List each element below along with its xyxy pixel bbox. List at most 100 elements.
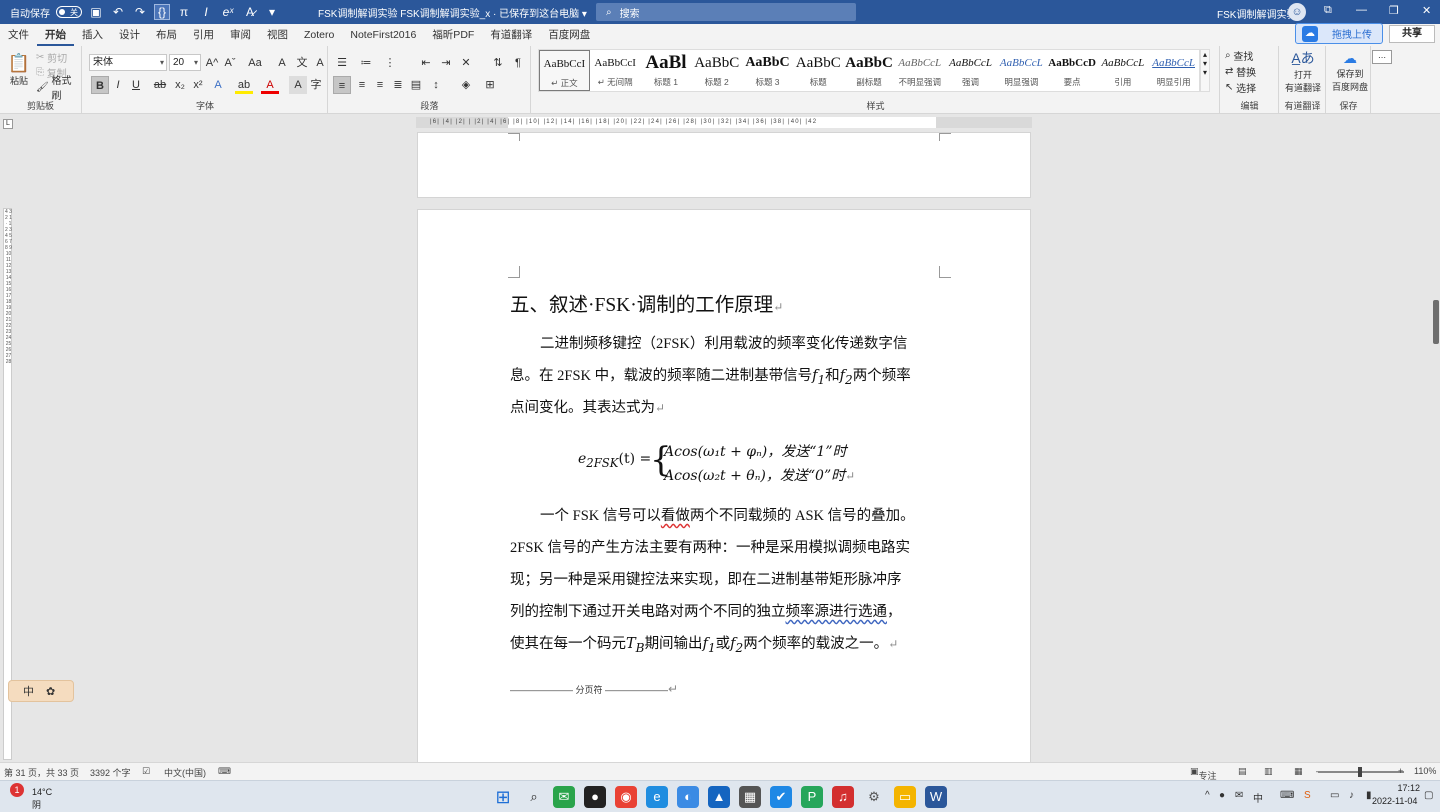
grow-font-button[interactable]: A^ xyxy=(203,54,221,72)
tab-baidu-netdisk[interactable]: 百度网盘 xyxy=(540,24,598,46)
tab-zotero[interactable]: Zotero xyxy=(296,24,342,46)
word-count[interactable]: 3392 个字 xyxy=(90,766,131,779)
clock-time[interactable]: 17:12 xyxy=(1380,783,1420,793)
tab-home[interactable]: 开始 xyxy=(37,24,74,46)
justify-button[interactable]: ≣ xyxy=(389,76,407,94)
save-icon[interactable]: ▣ xyxy=(88,4,104,20)
pdf-icon[interactable]: P xyxy=(801,786,823,808)
document-title[interactable]: FSK调制解调实验 FSK调制解调实验_x · 已保存到这台电脑 ▾ xyxy=(318,5,587,20)
chrome-icon[interactable]: ◉ xyxy=(615,786,637,808)
tray-wechat-icon[interactable]: ✉ xyxy=(1235,790,1243,801)
font-color-button[interactable]: A xyxy=(261,76,279,94)
style-subtitle[interactable]: AaBbC 副标题 xyxy=(844,50,895,91)
drag-upload-button[interactable]: ☁ 拖拽上传 xyxy=(1295,23,1383,44)
multilevel-list-button[interactable]: ⋮ xyxy=(381,54,399,72)
tab-file[interactable]: 文件 xyxy=(0,24,37,46)
text-effects-button[interactable]: A xyxy=(209,76,227,94)
tray-ime[interactable]: 中 xyxy=(1253,790,1263,805)
edge-dev-icon[interactable]: ◐ xyxy=(677,786,699,808)
accessibility-icon[interactable]: ⌨ xyxy=(218,766,231,777)
text-style-icon[interactable]: A̷ xyxy=(242,4,258,20)
page-count[interactable]: 第 31 页，共 33 页 xyxy=(4,766,79,779)
edge-icon[interactable]: e xyxy=(646,786,668,808)
netease-music-icon[interactable]: ♫ xyxy=(832,786,854,808)
style-emphasis[interactable]: AaBbCcL 强调 xyxy=(945,50,996,91)
char-border-button[interactable]: A xyxy=(311,54,329,72)
undo-icon[interactable]: ↶ xyxy=(110,4,126,20)
print-layout-icon[interactable]: ▥ xyxy=(1264,766,1273,777)
tab-layout[interactable]: 布局 xyxy=(148,24,185,46)
superscript-button[interactable]: x² xyxy=(189,76,207,94)
tab-foxit-pdf[interactable]: 福昕PDF xyxy=(424,24,482,46)
clock-date[interactable]: 2022-11-04 xyxy=(1372,796,1417,806)
tab-notefirst[interactable]: NoteFirst2016 xyxy=(342,24,424,46)
chinese-layout-button[interactable]: ✕ xyxy=(457,54,475,72)
replace-button[interactable]: ⇄ 替换 xyxy=(1225,64,1256,79)
line-spacing-button[interactable]: ↕ xyxy=(427,76,445,94)
tray-keyboard-icon[interactable]: ⌨ xyxy=(1280,790,1294,801)
format-painter-button[interactable]: 🖌 格式刷 xyxy=(36,76,81,102)
ime-toolbar[interactable]: 中 ✿ xyxy=(8,680,74,702)
enclose-char-button[interactable]: 字 xyxy=(307,76,325,94)
proofing-icon[interactable]: ☑ xyxy=(142,766,150,777)
mail-icon[interactable]: ✔ xyxy=(770,786,792,808)
decrease-indent-button[interactable]: ⇤ xyxy=(417,54,435,72)
find-button[interactable]: ⌕ 查找 xyxy=(1225,48,1253,63)
show-marks-button[interactable]: ¶ xyxy=(509,54,527,72)
style-heading-1[interactable]: AaBl 标题 1 xyxy=(641,50,692,91)
phonetic-guide-button[interactable]: 文 xyxy=(293,54,311,72)
zoom-level[interactable]: 110% xyxy=(1414,766,1436,776)
paragraph-2[interactable]: 一个 FSK 信号可以看做两个不同载频的 ASK 信号的叠加。 2FSK 信号的… xyxy=(510,500,940,660)
avatar[interactable]: ☺ xyxy=(1288,3,1306,21)
style-subtle-emphasis[interactable]: AaBbCcL 不明显强调 xyxy=(894,50,945,91)
tab-insert[interactable]: 插入 xyxy=(74,24,111,46)
ime-mode[interactable]: 中 xyxy=(23,683,34,699)
language[interactable]: 中文(中国) xyxy=(164,766,206,779)
ribbon-display-icon[interactable]: ⧉ xyxy=(1324,4,1332,17)
wechat-icon[interactable]: ✉ xyxy=(553,786,575,808)
tab-youdao[interactable]: 有道翻译 xyxy=(482,24,540,46)
volume-icon[interactable]: ♪ xyxy=(1349,790,1354,801)
windows-start-icon[interactable]: ⊞ xyxy=(492,786,514,808)
italic-button[interactable]: I xyxy=(109,76,127,94)
tray-expand-icon[interactable]: ^ xyxy=(1205,790,1210,801)
tray-app-icon[interactable]: S xyxy=(1304,790,1311,801)
word-icon[interactable]: W xyxy=(925,786,947,808)
increase-indent-button[interactable]: ⇥ xyxy=(437,54,455,72)
notification-center-icon[interactable]: ▢ xyxy=(1424,790,1433,801)
autosave-toggle[interactable]: 关 xyxy=(56,6,82,18)
close-button[interactable]: ✕ xyxy=(1422,4,1431,17)
style-heading-2[interactable]: AaBbC 标题 2 xyxy=(691,50,742,91)
strikethrough-button[interactable]: ab xyxy=(151,76,169,94)
scroll-thumb[interactable] xyxy=(1433,300,1439,344)
char-shading-button[interactable]: A xyxy=(289,76,307,94)
paste-button[interactable]: 📋 粘贴 xyxy=(6,50,32,90)
qq-icon[interactable]: ● xyxy=(584,786,606,808)
align-right-button[interactable]: ≡ xyxy=(371,76,389,94)
zoom-slider-thumb[interactable] xyxy=(1358,767,1362,777)
tray-qq-icon[interactable]: ● xyxy=(1219,790,1225,801)
change-case-button[interactable]: Aa xyxy=(243,54,267,72)
vertical-scrollbar[interactable] xyxy=(1432,130,1440,760)
bullets-button[interactable]: ☰ xyxy=(333,54,351,72)
save-to-baidu-button[interactable]: ☁ 保存到 百度网盘 xyxy=(1329,48,1371,94)
cut-button[interactable]: ✂ 剪切 xyxy=(36,50,67,65)
italic-i-icon[interactable]: I xyxy=(198,4,214,20)
search-icon[interactable]: ⌕ xyxy=(523,786,545,808)
bold-button[interactable]: B xyxy=(91,76,109,94)
style-no-spacing[interactable]: AaBbCcI ↵ 无间隔 xyxy=(590,50,641,91)
tab-references[interactable]: 引用 xyxy=(185,24,222,46)
network-icon[interactable]: ▭ xyxy=(1330,790,1339,801)
shading-button[interactable]: ◈ xyxy=(457,76,475,94)
calculator-icon[interactable]: ▦ xyxy=(739,786,761,808)
paragraph-1[interactable]: 二进制频移键控（2FSK）利用载波的频率变化传递数字信 息。在 2FSK 中，载… xyxy=(510,328,940,424)
settings-gear-icon[interactable]: ⚙ xyxy=(863,786,885,808)
style-intense-quote[interactable]: AaBbCcL 明显引用 xyxy=(1148,50,1199,91)
style-normal[interactable]: AaBbCcI ↵ 正文 xyxy=(539,50,590,91)
clear-format-button[interactable]: A xyxy=(273,54,291,72)
weather-widget[interactable]: 1 14°C 阴 xyxy=(10,783,52,811)
share-button[interactable]: 共享 xyxy=(1389,25,1435,43)
underline-button[interactable]: U xyxy=(127,76,145,94)
equation-braces-icon[interactable]: {} xyxy=(154,4,170,20)
tab-selector[interactable]: L xyxy=(3,119,13,129)
